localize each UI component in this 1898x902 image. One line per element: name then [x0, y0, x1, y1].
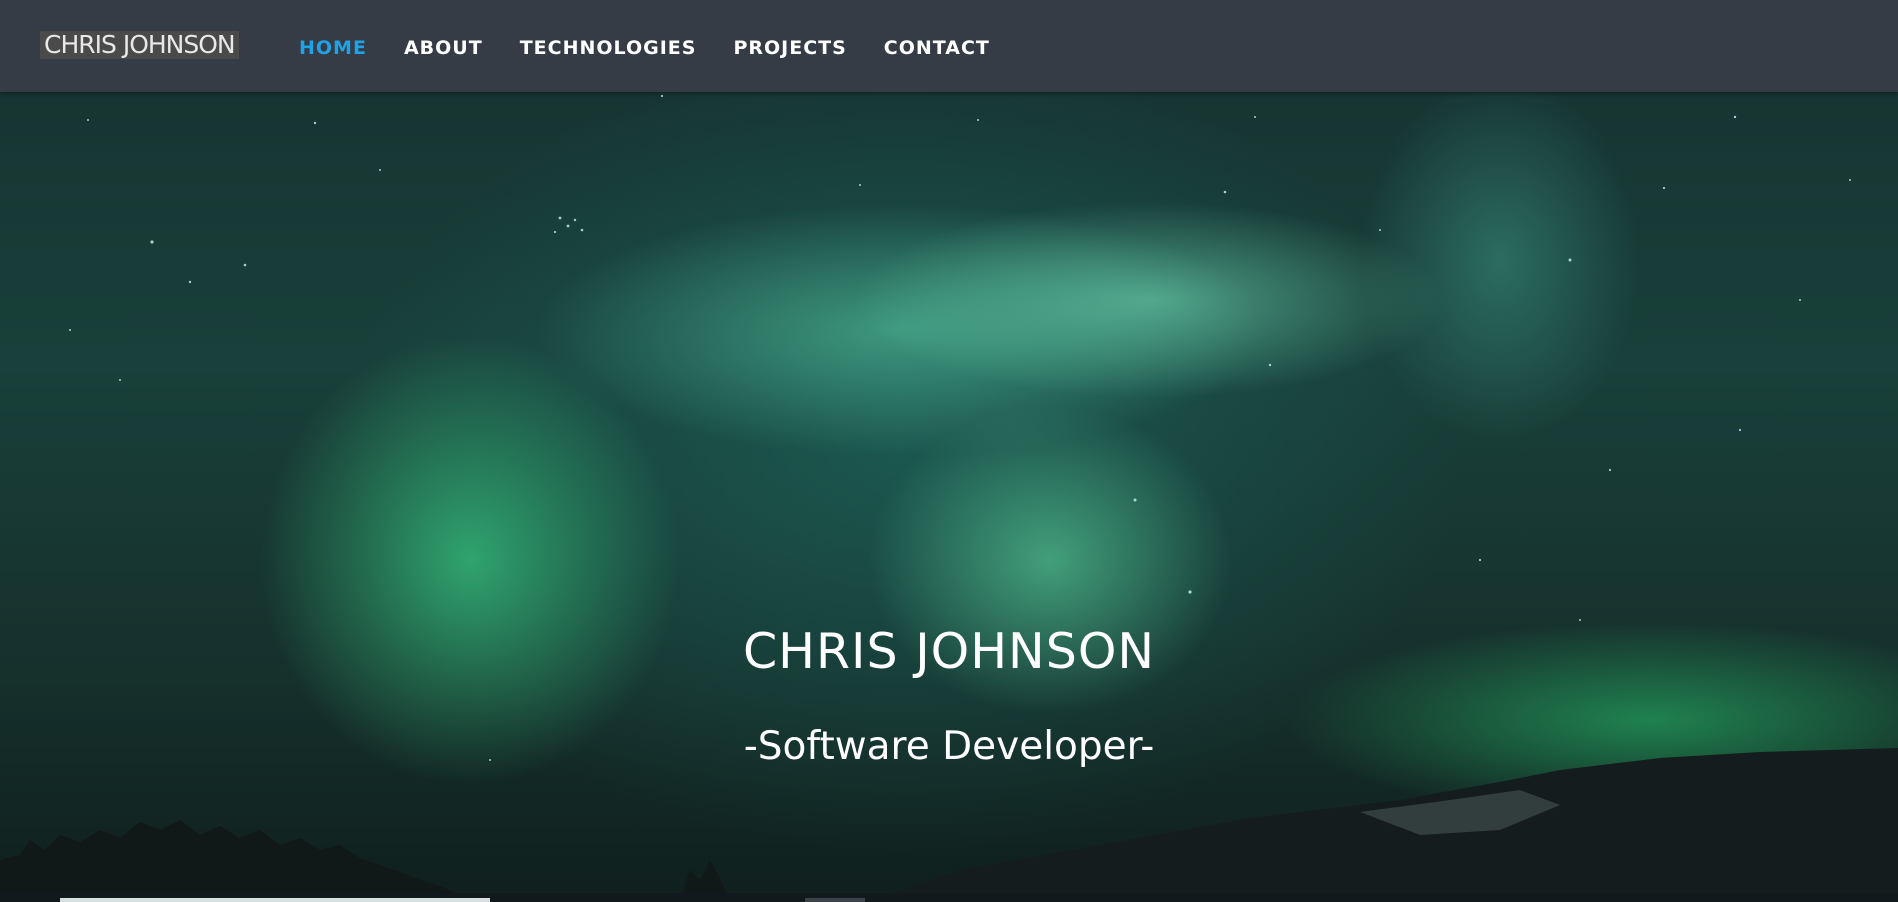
top-navbar: CHRIS JOHNSON HOME ABOUT TECHNOLOGIES PR…: [0, 0, 1898, 92]
hero-title: CHRIS JOHNSON: [742, 623, 1156, 680]
site-logo[interactable]: CHRIS JOHNSON: [40, 31, 239, 59]
page: CHRIS JOHNSON HOME ABOUT TECHNOLOGIES PR…: [0, 0, 1898, 902]
hero-subtitle: -Software Developer-: [743, 724, 1155, 769]
horizontal-scrollbar-thumb[interactable]: [60, 898, 490, 902]
nav-contact[interactable]: CONTACT: [884, 37, 990, 59]
main-nav: HOME ABOUT TECHNOLOGIES PROJECTS CONTACT: [299, 37, 1027, 59]
nav-projects[interactable]: PROJECTS: [733, 37, 846, 59]
scroll-indicator: [805, 898, 865, 902]
nav-home[interactable]: HOME: [299, 37, 367, 59]
nav-technologies[interactable]: TECHNOLOGIES: [520, 37, 697, 59]
nav-about[interactable]: ABOUT: [404, 37, 483, 59]
